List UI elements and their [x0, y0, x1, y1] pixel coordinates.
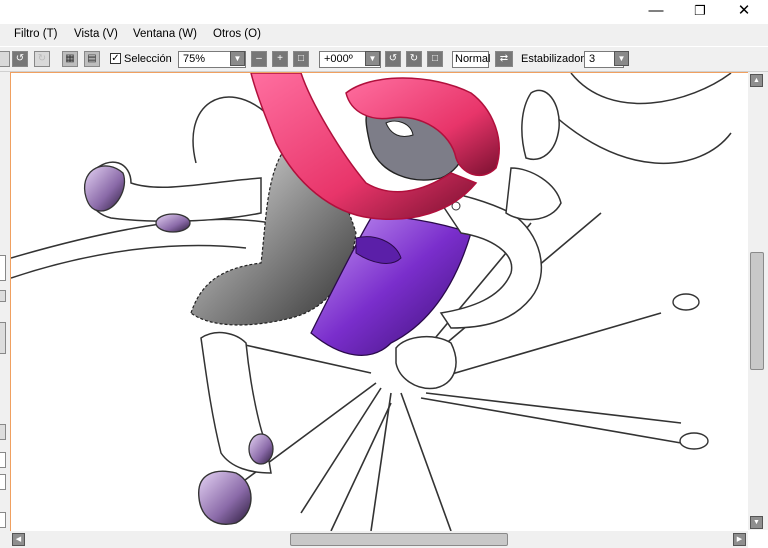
panel-button-stub[interactable] — [0, 290, 6, 302]
rotation-dropdown-icon[interactable]: ▼ — [365, 51, 380, 66]
menu-ventana[interactable]: Ventana (W) — [133, 28, 197, 40]
artwork — [11, 73, 732, 531]
menu-vista[interactable]: Vista (V) — [74, 28, 118, 40]
rotation-value: +000º — [324, 53, 353, 65]
scroll-up-icon[interactable]: ▲ — [750, 74, 763, 87]
minimize-icon[interactable]: — — [636, 0, 676, 22]
stabilizer-value: 3 — [589, 53, 596, 65]
selection-label: Selección — [124, 53, 172, 65]
zoom-dropdown-icon[interactable]: ▼ — [230, 51, 245, 66]
rotate-left-icon[interactable]: ↺ — [385, 51, 401, 67]
panel-field-stub[interactable] — [0, 255, 6, 281]
select-all-icon[interactable]: ▦ — [62, 51, 78, 67]
vertical-scrollbar[interactable]: ▲ ▼ — [748, 72, 768, 530]
close-icon[interactable]: ✕ — [724, 0, 764, 22]
stabilizer-dropdown-icon[interactable]: ▼ — [614, 51, 629, 66]
zoom-reset-icon[interactable]: □ — [293, 51, 309, 67]
left-panel-edge — [0, 72, 10, 548]
restore-icon[interactable]: ❐ — [680, 0, 720, 22]
rotate-reset-icon[interactable]: □ — [427, 51, 443, 67]
scroll-right-icon[interactable]: ▶ — [733, 533, 746, 546]
blend-mode-value: Normal — [455, 53, 491, 65]
drawing-canvas[interactable] — [10, 72, 748, 531]
horizontal-scroll-thumb[interactable] — [290, 533, 508, 546]
panel-button-stub[interactable] — [0, 424, 6, 440]
redo-icon[interactable]: ↻ — [34, 51, 50, 67]
panel-slider-stub[interactable] — [0, 322, 6, 354]
selection-checkbox[interactable]: ✓ — [110, 53, 121, 64]
zoom-in-icon[interactable]: + — [272, 51, 288, 67]
zoom-out-icon[interactable]: – — [251, 51, 267, 67]
blend-mode-field[interactable]: Normal — [452, 51, 491, 68]
panel-field-stub[interactable] — [0, 474, 6, 490]
rotate-right-icon[interactable]: ↻ — [406, 51, 422, 67]
stabilizer-label: Estabilizador — [521, 53, 584, 65]
horizontal-scrollbar[interactable]: ◀ ▶ — [10, 531, 748, 548]
deselect-icon[interactable]: ▤ — [84, 51, 100, 67]
vertical-scroll-thumb[interactable] — [750, 252, 764, 370]
panel-field-stub[interactable] — [0, 512, 6, 528]
scroll-left-icon[interactable]: ◀ — [12, 533, 25, 546]
toolbar: ↺ ↻ ▦ ▤ ✓ Selección 75% ▼ – + □ +000º ▼ … — [0, 47, 768, 72]
zoom-value: 75% — [183, 53, 206, 65]
menu-otros[interactable]: Otros (O) — [213, 28, 261, 40]
toolbar-edge-button[interactable] — [0, 51, 10, 67]
menu-bar: Filtro (T) Vista (V) Ventana (W) Otros (… — [0, 24, 768, 67]
flip-icon[interactable]: ⇄ — [495, 51, 513, 67]
panel-field-stub[interactable] — [0, 452, 6, 468]
undo-icon[interactable]: ↺ — [12, 51, 28, 67]
menu-filtro[interactable]: Filtro (T) — [14, 28, 57, 40]
scroll-down-icon[interactable]: ▼ — [750, 516, 763, 529]
